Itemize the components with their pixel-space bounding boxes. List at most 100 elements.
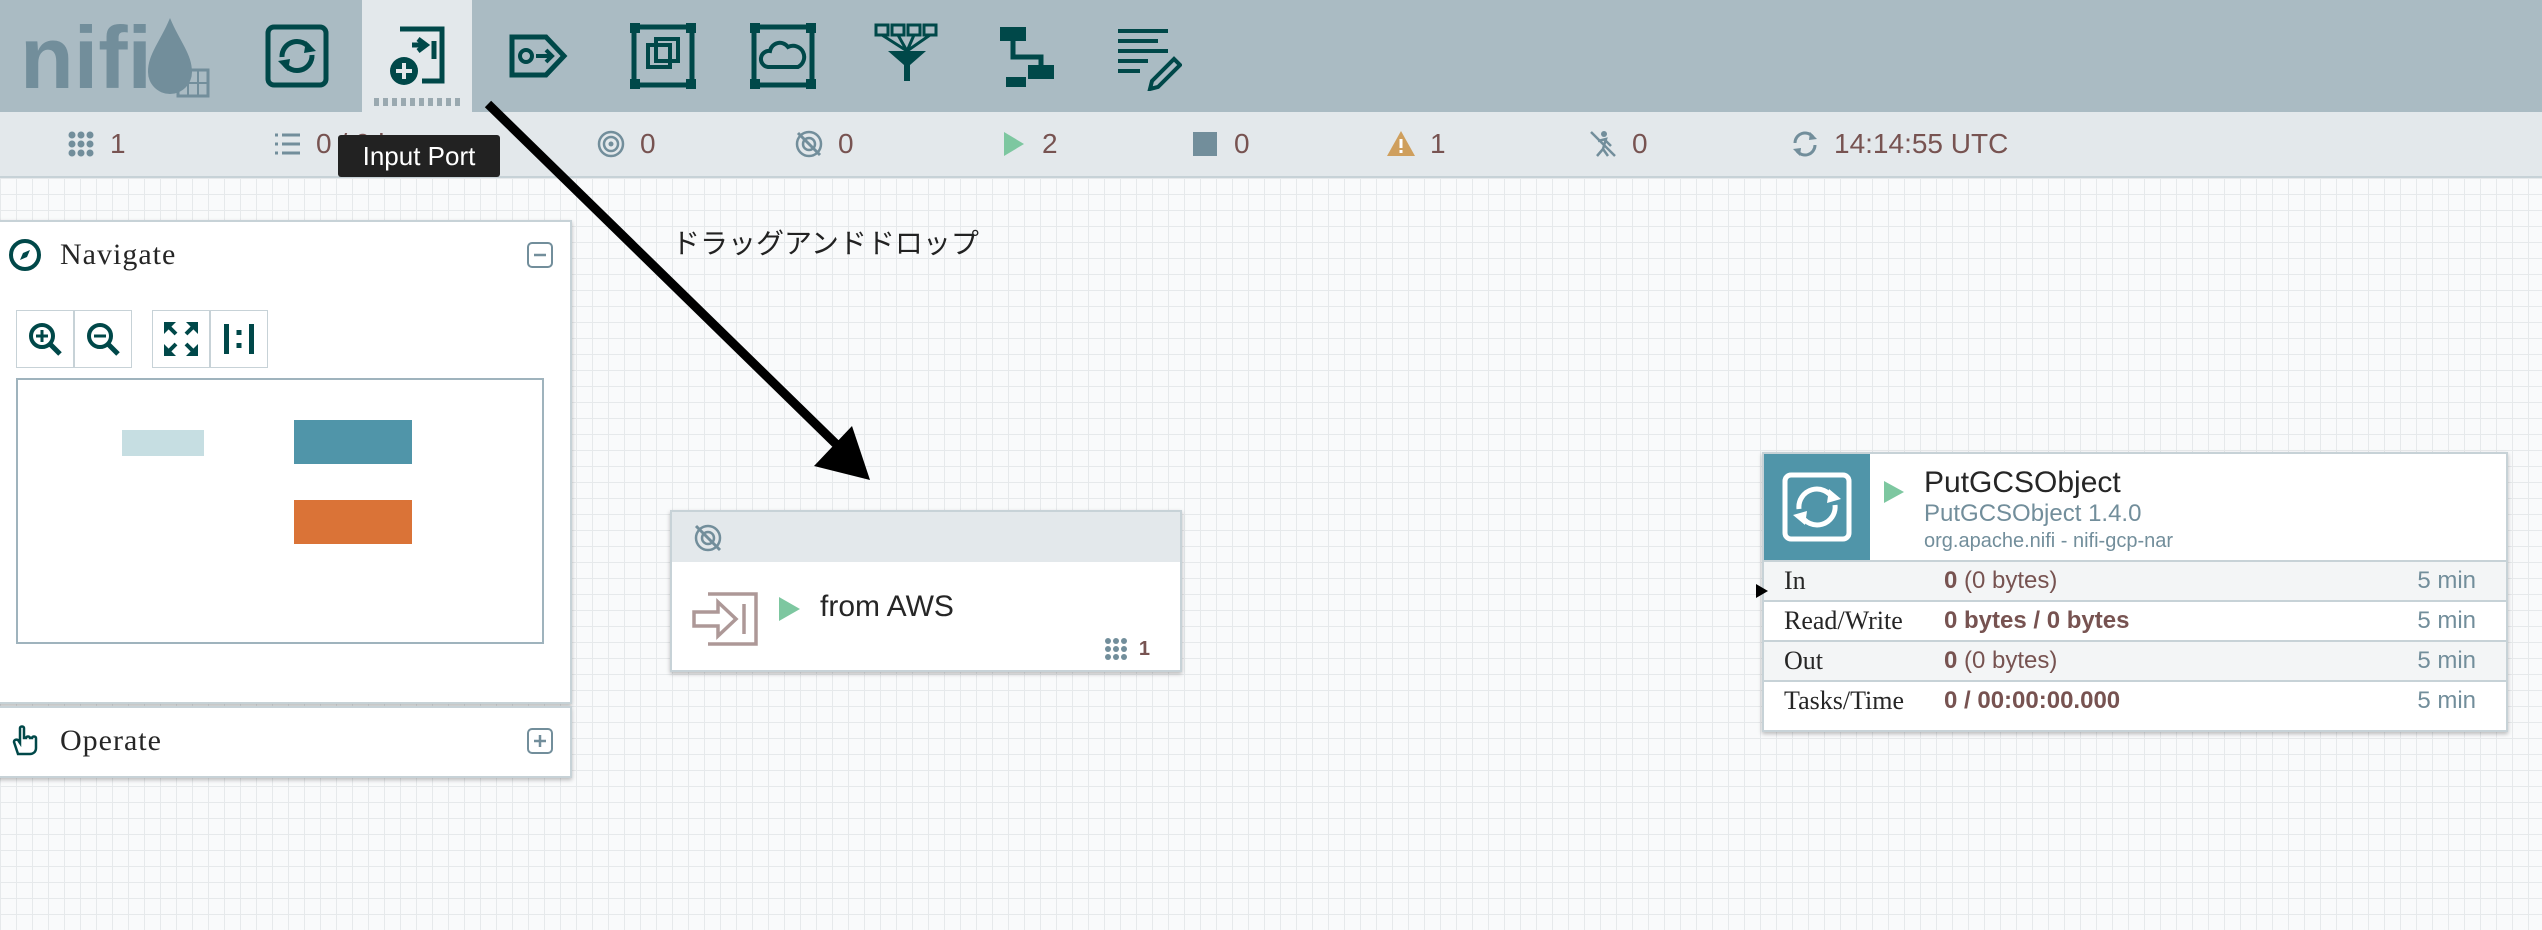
input-port-component[interactable]: from AWS 1 bbox=[670, 510, 1182, 672]
play-icon bbox=[1004, 132, 1024, 156]
input-port-icon bbox=[692, 592, 758, 646]
birdseye-port bbox=[122, 430, 204, 456]
funnel-icon bbox=[874, 23, 938, 81]
last-refresh-value: 14:14:55 UTC bbox=[1834, 128, 2009, 159]
stat-time: 5 min bbox=[2417, 607, 2476, 634]
disabled-stat: 0 bbox=[1588, 112, 1648, 176]
process-group-icon bbox=[630, 23, 696, 89]
svg-text:nifi: nifi bbox=[20, 12, 152, 98]
navigate-panel: Navigate bbox=[0, 220, 572, 704]
operate-panel: Operate bbox=[0, 706, 572, 778]
fit-icon bbox=[164, 322, 198, 356]
stat-value: 0 / 00:00:00.000 bbox=[1944, 687, 2121, 714]
disabled-icon bbox=[1590, 131, 1616, 157]
birdseye-viewport bbox=[294, 500, 412, 544]
port-threads-value: 1 bbox=[1138, 637, 1150, 660]
zoom-out-icon bbox=[87, 323, 120, 356]
refresh-stat[interactable]: 14:14:55 UTC bbox=[1790, 112, 2008, 176]
stat-label: Tasks/Time bbox=[1784, 686, 1905, 715]
not-transmitting-icon bbox=[694, 524, 722, 552]
zoom-in-icon bbox=[29, 323, 62, 356]
toolbar: nifi bbox=[0, 0, 2542, 112]
zoom-out-button[interactable] bbox=[74, 310, 132, 368]
stat-row-tasks-time: Tasks/Time 0 / 00:00:00.000 5 min bbox=[1764, 680, 2506, 720]
tooltip: Input Port bbox=[338, 135, 500, 177]
stat-row-in: In 0 (0 bytes) 5 min bbox=[1764, 560, 2506, 600]
zoom-in-button[interactable] bbox=[16, 310, 74, 368]
compass-icon bbox=[9, 239, 41, 271]
actual-size-button[interactable] bbox=[210, 310, 268, 368]
connection-marker-icon bbox=[1756, 584, 1768, 598]
input-port-icon bbox=[390, 26, 445, 85]
running-stat: 2 bbox=[998, 112, 1058, 176]
transmitting-icon bbox=[597, 130, 625, 158]
birdseye-view[interactable] bbox=[16, 378, 544, 644]
process-group-button[interactable] bbox=[608, 0, 718, 112]
remote-process-group-button[interactable] bbox=[728, 0, 838, 112]
port-name: from AWS bbox=[820, 590, 954, 623]
disabled-value: 0 bbox=[1632, 128, 1648, 159]
stat-value: 0 bytes / 0 bytes bbox=[1944, 607, 2130, 634]
stat-time: 5 min bbox=[2417, 567, 2476, 594]
operate-header[interactable]: Operate bbox=[0, 708, 570, 774]
remote-process-group-icon bbox=[750, 23, 816, 89]
invalid-stat: 1 bbox=[1386, 112, 1446, 176]
processor-type: PutGCSObject 1.4.0 bbox=[1924, 500, 2142, 527]
warning-icon bbox=[1387, 131, 1415, 156]
label-icon bbox=[1118, 29, 1182, 91]
stat-time: 5 min bbox=[2417, 687, 2476, 714]
active-threads-stat: 1 bbox=[66, 112, 126, 176]
fit-button[interactable] bbox=[152, 310, 210, 368]
stat-row-out: Out 0 (0 bytes) 5 min bbox=[1764, 640, 2506, 680]
label-button[interactable] bbox=[1092, 0, 1202, 112]
nifi-logo: nifi bbox=[20, 12, 210, 98]
running-icon bbox=[779, 597, 800, 621]
processor-icon-box bbox=[1764, 454, 1870, 560]
refresh-icon[interactable] bbox=[1790, 129, 1820, 159]
stat-label: Read/Write bbox=[1784, 606, 1903, 635]
list-icon bbox=[275, 133, 300, 155]
drag-handle[interactable] bbox=[374, 98, 460, 106]
not-transmitting-value: 0 bbox=[838, 128, 854, 159]
output-port-button[interactable] bbox=[482, 0, 592, 112]
hand-pointer-icon bbox=[12, 725, 38, 756]
invalid-value: 1 bbox=[1430, 128, 1446, 159]
running-icon bbox=[1884, 481, 1904, 503]
navigate-title: Navigate bbox=[60, 238, 177, 271]
stat-label: In bbox=[1784, 566, 1806, 595]
threads-icon bbox=[1104, 638, 1127, 660]
stat-row-read-write: Read/Write 0 bytes / 0 bytes 5 min bbox=[1764, 600, 2506, 640]
transmitting-value: 0 bbox=[640, 128, 656, 159]
stat-time: 5 min bbox=[2417, 647, 2476, 674]
stopped-stat: 0 bbox=[1190, 112, 1250, 176]
output-port-icon bbox=[509, 34, 568, 78]
stopped-value: 0 bbox=[1234, 128, 1250, 159]
not-transmitting-icon bbox=[795, 130, 823, 158]
actual-size-icon bbox=[224, 324, 254, 354]
threads-icon bbox=[68, 131, 94, 157]
expand-icon[interactable] bbox=[526, 727, 554, 755]
operate-title: Operate bbox=[60, 724, 162, 757]
processor-component[interactable]: PutGCSObject PutGCSObject 1.4.0 org.apac… bbox=[1762, 452, 2508, 732]
processor-bundle: org.apache.nifi - nifi-gcp-nar bbox=[1924, 530, 2174, 552]
stat-label: Out bbox=[1784, 646, 1823, 675]
stat-value: 0 (0 bytes) bbox=[1944, 567, 2058, 594]
active-threads-value: 1 bbox=[110, 128, 126, 159]
port-header bbox=[672, 512, 1180, 562]
processor-icon bbox=[265, 24, 329, 88]
annotation-text: ドラッグアンドドロップ bbox=[672, 227, 979, 260]
not-transmitting-stat: 0 bbox=[794, 112, 854, 176]
processor-name: PutGCSObject bbox=[1924, 466, 2121, 499]
birdseye-processor bbox=[294, 420, 412, 464]
stop-icon bbox=[1193, 132, 1217, 156]
processor-icon bbox=[1782, 472, 1852, 542]
running-value: 2 bbox=[1042, 128, 1058, 159]
input-port-button[interactable] bbox=[362, 0, 472, 112]
funnel-button[interactable] bbox=[852, 0, 962, 112]
template-button[interactable] bbox=[972, 0, 1082, 112]
processor-button[interactable] bbox=[242, 0, 352, 112]
minimize-icon[interactable] bbox=[526, 241, 554, 269]
stat-value: 0 (0 bytes) bbox=[1944, 647, 2058, 674]
transmitting-stat: 0 bbox=[596, 112, 656, 176]
navigate-header[interactable]: Navigate bbox=[0, 222, 570, 288]
